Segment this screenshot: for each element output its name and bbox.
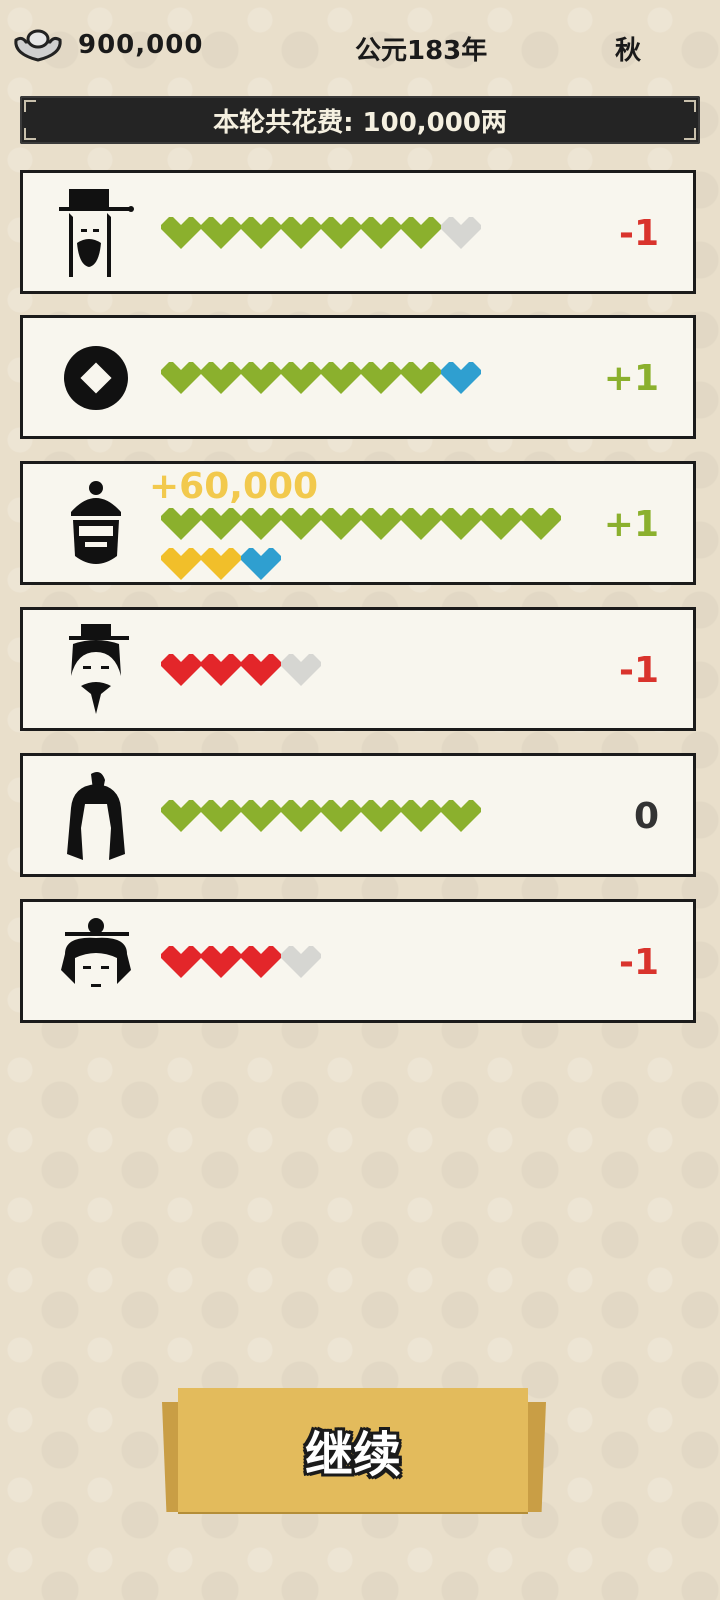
heart-icon	[321, 800, 361, 832]
heart-icon	[481, 508, 521, 540]
favor-change: -1	[619, 650, 659, 691]
heart-icon	[161, 800, 201, 832]
heart-icon	[201, 800, 241, 832]
heart-icon	[281, 654, 321, 686]
heart-icon	[361, 508, 401, 540]
silver-ingot-icon	[14, 29, 62, 62]
heart-icon	[201, 362, 241, 394]
heart-icon	[361, 362, 401, 394]
faction-card-coin: +1	[20, 315, 696, 439]
heart-icon	[241, 548, 281, 580]
year-label: 公元183年	[355, 36, 488, 66]
spend-banner: 本轮共花费: 100,000两	[20, 96, 700, 144]
favor-hearts	[161, 654, 581, 690]
heart-icon	[201, 946, 241, 978]
heart-icon	[161, 654, 201, 686]
heart-icon	[281, 946, 321, 978]
heart-icon	[281, 800, 321, 832]
spend-text: 本轮共花费: 100,000两	[213, 107, 507, 138]
continue-button[interactable]: 继续	[178, 1388, 528, 1512]
heart-icon	[441, 362, 481, 394]
heart-icon	[201, 508, 241, 540]
continue-area: 继续	[162, 1388, 546, 1516]
favor-hearts	[161, 800, 581, 836]
heart-icon	[281, 508, 321, 540]
favor-hearts	[161, 217, 581, 253]
top-bar: 900,000 公元183年 秋	[0, 0, 720, 92]
coin-icon	[64, 346, 128, 410]
heart-icon	[321, 217, 361, 249]
heart-icon	[321, 362, 361, 394]
heart-icon	[241, 217, 281, 249]
scholar-portrait-icon	[69, 624, 129, 714]
heart-icon	[201, 217, 241, 249]
favor-change: +1	[603, 504, 659, 545]
faction-card-general: 0	[20, 753, 696, 877]
heart-icon	[201, 654, 241, 686]
favor-hearts	[161, 362, 581, 398]
money-amount: 900,000	[78, 30, 204, 60]
heart-icon	[201, 548, 241, 580]
season-label: 秋	[615, 36, 642, 66]
favor-hearts	[161, 508, 581, 584]
faction-card-merchant: +60,000 +1	[20, 461, 696, 585]
heart-icon	[521, 508, 561, 540]
faction-card-lady: -1	[20, 899, 696, 1023]
heart-icon	[441, 800, 481, 832]
favor-change: +1	[603, 358, 659, 399]
heart-icon	[161, 362, 201, 394]
heart-icon	[241, 362, 281, 394]
heart-icon	[441, 217, 481, 249]
favor-hearts	[161, 946, 581, 982]
merchant-portrait-icon	[71, 481, 121, 564]
heart-icon	[161, 217, 201, 249]
heart-icon	[241, 800, 281, 832]
favor-change: -1	[619, 213, 659, 254]
faction-card-scholar: -1	[20, 607, 696, 731]
favor-change: -1	[619, 942, 659, 983]
official-portrait-icon	[59, 189, 134, 277]
heart-icon	[281, 217, 321, 249]
floating-gain-text: +60,000	[149, 466, 319, 507]
heart-icon	[401, 362, 441, 394]
heart-icon	[241, 946, 281, 978]
favor-change: 0	[633, 796, 659, 837]
heart-icon	[161, 548, 201, 580]
heart-icon	[321, 508, 361, 540]
heart-icon	[241, 508, 281, 540]
heart-icon	[161, 508, 201, 540]
heart-icon	[241, 654, 281, 686]
heart-icon	[361, 217, 401, 249]
heart-icon	[401, 800, 441, 832]
heart-icon	[401, 217, 441, 249]
faction-card-official: -1	[20, 170, 696, 294]
heart-icon	[281, 362, 321, 394]
heart-icon	[441, 508, 481, 540]
lady-portrait-icon	[61, 918, 131, 987]
general-portrait-icon	[67, 772, 125, 860]
heart-icon	[361, 800, 401, 832]
heart-icon	[161, 946, 201, 978]
heart-icon	[401, 508, 441, 540]
